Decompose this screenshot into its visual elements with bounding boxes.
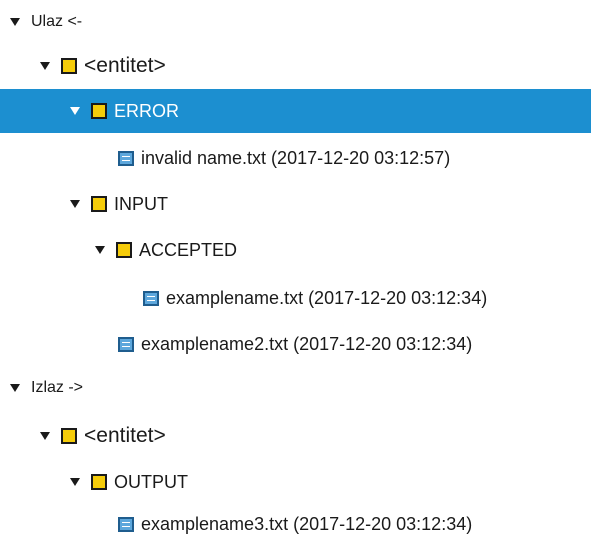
expand-arrow-icon[interactable] [95,246,105,254]
folder-icon [61,428,77,444]
tree-node-input[interactable]: INPUT [0,182,591,226]
expand-arrow-icon[interactable] [40,62,50,70]
tree-node-label: OUTPUT [114,471,188,492]
tree-node-label: <entitet> [84,54,166,77]
tree-node-izlaz[interactable]: Izlaz -> [0,368,591,408]
folder-icon [61,58,77,74]
folder-icon [91,196,107,212]
tree-node-label: <entitet> [84,424,166,447]
file-icon [143,290,159,306]
file-label: examplename.txt (2017-12-20 03:12:34) [166,287,488,308]
tree-node-ulaz[interactable]: Ulaz <- [0,2,591,42]
expand-arrow-icon[interactable] [10,384,20,392]
file-icon [118,516,134,532]
file-label: examplename3.txt (2017-12-20 03:12:34) [141,513,473,534]
folder-icon [91,474,107,490]
file-label: invalid name.txt (2017-12-20 03:12:57) [141,147,451,168]
expand-arrow-icon[interactable] [70,200,80,208]
file-icon [118,336,134,352]
tree-node-izlaz-entitet[interactable]: <entitet> [0,414,591,458]
tree-node-file[interactable]: invalid name.txt (2017-12-20 03:12:57) [0,136,591,180]
tree-node-output[interactable]: OUTPUT [0,460,591,504]
tree-node-label: ACCEPTED [139,239,238,260]
tree-node-file[interactable]: examplename3.txt (2017-12-20 03:12:34) [0,505,591,543]
tree-node-label: Izlaz -> [31,379,84,396]
tree-node-file[interactable]: examplename.txt (2017-12-20 03:12:34) [0,276,591,320]
folder-icon [91,103,107,119]
tree-node-label: INPUT [114,193,168,214]
tree-node-accepted[interactable]: ACCEPTED [0,228,591,272]
expand-arrow-icon[interactable] [70,107,80,115]
expand-arrow-icon[interactable] [10,18,20,26]
file-label: examplename2.txt (2017-12-20 03:12:34) [141,333,473,354]
tree-node-label: ERROR [114,100,180,121]
tree-node-file[interactable]: examplename2.txt (2017-12-20 03:12:34) [0,322,591,366]
tree-node-ulaz-entitet[interactable]: <entitet> [0,44,591,88]
tree-node-label: Ulaz <- [31,13,83,30]
tree-node-error[interactable]: ERROR [0,89,591,133]
expand-arrow-icon[interactable] [40,432,50,440]
file-icon [118,150,134,166]
folder-icon [116,242,132,258]
expand-arrow-icon[interactable] [70,478,80,486]
